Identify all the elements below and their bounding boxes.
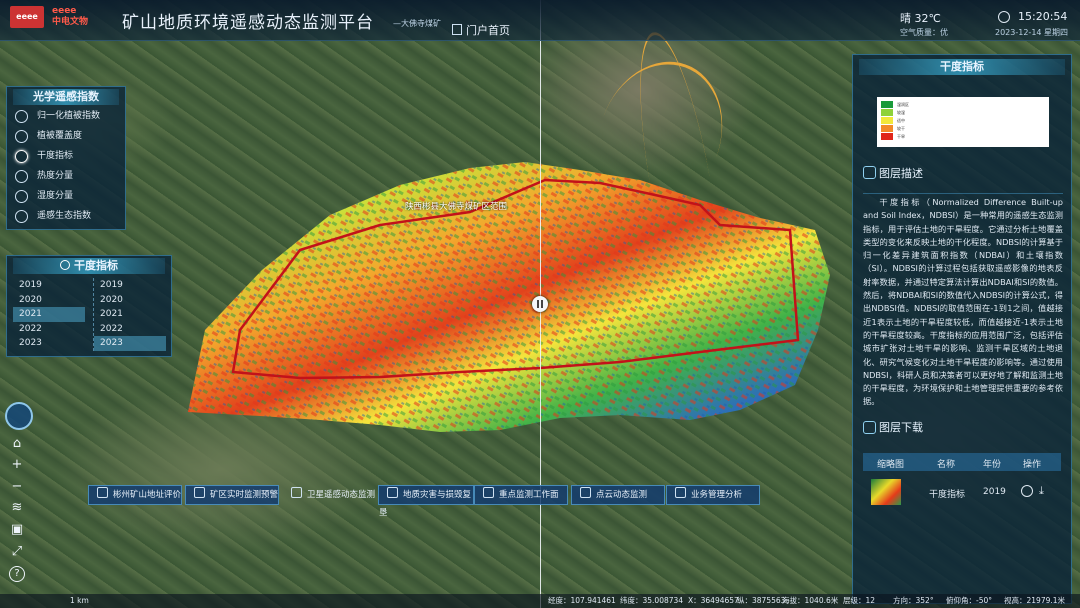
legend-label: 适中 <box>897 118 905 123</box>
view-height-readout: 视高：21979.1米 <box>1004 596 1066 605</box>
legend-swatch <box>881 101 893 108</box>
description-title: 图层描述 <box>879 167 923 180</box>
help-icon[interactable]: ? <box>9 566 25 582</box>
sun-icon <box>15 150 28 163</box>
status-bar: 1 km 经度：107.941461 纬度：35.008734 X：364946… <box>0 594 1080 608</box>
worksite-icon <box>483 487 494 498</box>
right-year-list: 2019 2020 2021 2022 2023 <box>93 278 166 351</box>
zoom-out-icon[interactable]: − <box>9 479 25 495</box>
portal-home-link[interactable]: 门户首页 <box>452 22 510 38</box>
download-title: 图层下载 <box>879 421 923 434</box>
download-table-header: 缩略图 名称 年份 操作 <box>863 453 1061 471</box>
top-bar: eeee eeee 中电文物 矿山地质环境遥感动态监测平台 —大佛寺煤矿 门户首页… <box>0 0 1080 41</box>
legend-swatch <box>881 109 893 116</box>
longitude-readout: 经度：107.941461 <box>548 596 616 605</box>
panel-title: 干度指标 <box>859 59 1065 75</box>
nav-button-5[interactable]: 重点监测工作面 <box>474 485 568 505</box>
legend-label: 较干 <box>897 126 905 131</box>
year-compare-panel: 干度指标 2019 2020 2021 2022 2023 2019 2020 … <box>6 255 172 357</box>
home-view-icon[interactable]: ⌂ <box>9 436 25 452</box>
column-header: 操作 <box>1023 460 1042 470</box>
nav-button-6[interactable]: 点云动态监测 <box>571 485 665 505</box>
nav-button-1[interactable]: 彬州矿山地址评价 <box>88 485 182 505</box>
left-year-option[interactable]: 2021 <box>13 307 85 322</box>
description-icon <box>863 166 876 179</box>
x-readout: X：36494657 <box>688 596 739 605</box>
weather-readout: 晴 32℃ <box>900 12 941 25</box>
right-year-option[interactable]: 2022 <box>94 322 166 337</box>
settings-icon <box>60 260 70 270</box>
optical-index-panel: 光学遥感指数 归一化植被指数 植被覆盖度 干度指标 热度分量 湿度分量 遥感生态… <box>6 86 126 230</box>
left-year-option[interactable]: 2022 <box>13 322 85 337</box>
download-icon <box>863 421 876 434</box>
nav-button-4[interactable]: 地质灾害与损毁复垦 <box>378 485 474 518</box>
left-year-list: 2019 2020 2021 2022 2023 <box>13 278 85 351</box>
layers-icon[interactable]: ≋ <box>9 500 25 516</box>
chart-icon <box>675 487 686 498</box>
right-year-option[interactable]: 2023 <box>94 336 166 351</box>
column-header: 名称 <box>937 460 956 470</box>
cube-icon[interactable]: ▣ <box>9 522 25 538</box>
right-year-option[interactable]: 2019 <box>94 278 166 293</box>
nav-button-2[interactable]: 矿区实时监测预警 <box>185 485 279 505</box>
current-date: 2023-12-14 星期四 <box>995 28 1069 37</box>
layer-year: 2019 <box>983 487 1006 497</box>
swipe-handle[interactable] <box>532 296 548 312</box>
y-readout: 纵：3875563 <box>737 596 786 605</box>
altitude-readout: 海拔：1040.6米 <box>782 596 839 605</box>
scale-bar: 1 km <box>70 596 89 605</box>
compass-icon[interactable] <box>5 402 33 430</box>
right-year-option[interactable]: 2020 <box>94 293 166 308</box>
current-time: 15:20:54 <box>1018 10 1068 23</box>
landslide-icon <box>387 487 398 498</box>
layer-name: 干度指标 <box>929 490 966 500</box>
legend-label: 较湿 <box>897 110 905 115</box>
clock-icon <box>998 11 1010 23</box>
alert-icon <box>194 487 205 498</box>
left-year-option[interactable]: 2019 <box>13 278 85 293</box>
page-subtitle: —大佛寺煤矿 <box>393 19 441 28</box>
air-quality: 空气质量：优 <box>900 28 948 37</box>
layer-description: 干度指标（Normalized Difference Built-up and … <box>863 193 1063 409</box>
leaf-icon <box>15 110 28 123</box>
download-icon[interactable]: ⤓ <box>1039 484 1044 498</box>
layer-thumbnail <box>871 479 901 505</box>
cloud-icon <box>580 487 591 498</box>
legend-label: 湿润区 <box>897 102 909 107</box>
left-year-option[interactable]: 2023 <box>13 336 85 351</box>
satellite-icon <box>291 487 302 498</box>
legend-label: 干旱 <box>897 134 905 139</box>
legend-swatch <box>881 117 893 124</box>
column-header: 年份 <box>983 460 1002 470</box>
panel-title: 干度指标 <box>13 258 165 274</box>
table-row: 干度指标 2019 ⤓ <box>863 475 1061 509</box>
column-header: 缩略图 <box>877 460 905 470</box>
dryness-legend: 湿润区 较湿 适中 较干 干旱 <box>877 97 1049 147</box>
brand-logo: eeee 中电文物 <box>52 6 89 27</box>
layer-info-panel: 干度指标 湿润区 较湿 适中 较干 干旱 图层描述 干度指标（Normalize… <box>852 54 1072 604</box>
thermometer-icon <box>15 170 28 183</box>
preview-icon[interactable] <box>1021 485 1033 497</box>
eco-icon <box>15 210 28 223</box>
panel-title: 光学遥感指数 <box>13 89 119 105</box>
page-title: 矿山地质环境遥感动态监测平台 <box>122 13 374 33</box>
heading-readout: 方向：352° <box>893 596 934 605</box>
right-year-option[interactable]: 2021 <box>94 307 166 322</box>
left-year-option[interactable]: 2020 <box>13 293 85 308</box>
home-icon <box>452 24 462 35</box>
nav-button-7[interactable]: 业务管理分析 <box>666 485 760 505</box>
fullscreen-icon[interactable]: ⤢ <box>9 544 25 560</box>
legend-swatch <box>881 125 893 132</box>
mountain-icon <box>97 487 108 498</box>
zoom-in-icon[interactable]: + <box>9 457 25 473</box>
level-readout: 层级：12 <box>843 596 876 605</box>
droplet-icon <box>15 190 28 203</box>
legend-swatch <box>881 133 893 140</box>
latitude-readout: 纬度：35.008734 <box>620 596 684 605</box>
nav-button-3[interactable]: 卫星遥感动态监测 <box>282 485 376 505</box>
tree-icon <box>15 130 28 143</box>
pitch-readout: 俯仰角：-50° <box>946 596 992 605</box>
mine-area-label: 陕西彬县大佛寺煤矿区范围 <box>405 202 508 212</box>
company-logo: eeee <box>10 6 44 28</box>
